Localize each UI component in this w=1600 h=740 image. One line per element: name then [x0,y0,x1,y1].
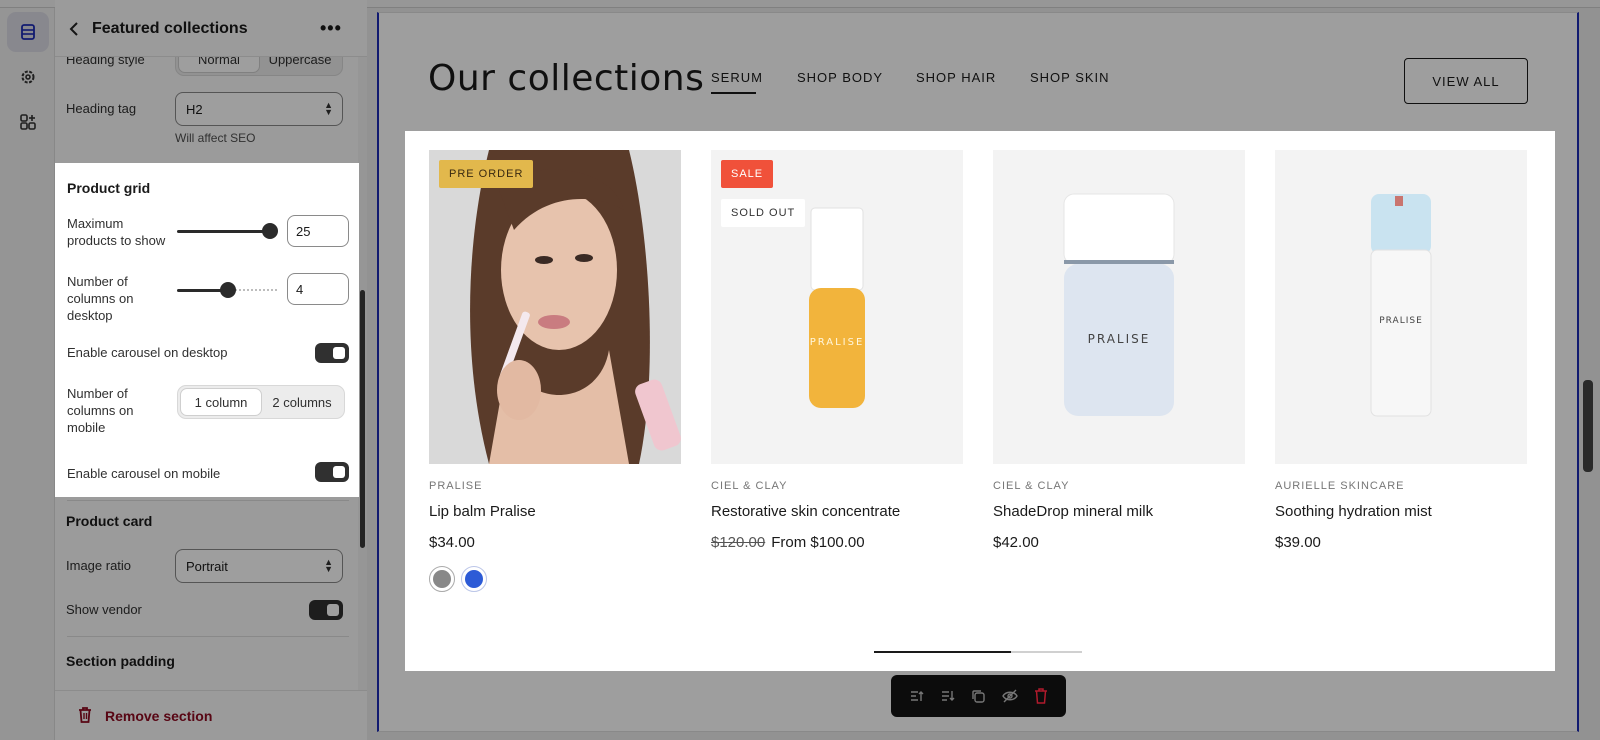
product-name[interactable]: Lip balm Pralise [429,503,536,520]
section-padding-title: Section padding [66,653,175,669]
sections-icon[interactable] [7,12,49,52]
columns-desktop-slider-rest [235,289,277,291]
columns-desktop-slider-handle[interactable] [220,282,236,298]
carousel-progress[interactable] [874,651,1082,653]
carousel-desktop-toggle[interactable] [315,343,349,363]
max-products-label: Maximum products to show [67,216,166,248]
divider [67,500,349,501]
sale-badge: SALE [721,160,774,188]
delete-icon[interactable] [1032,687,1050,705]
product-price: $39.00 [1275,534,1321,551]
columns-mobile-segmented: 1 column 2 columns [177,385,345,419]
heading-tag-label: Heading tag [66,101,137,116]
product-image-hydration-mist[interactable]: PRALISE [1275,150,1527,464]
bottle-label: PRALISE [1088,332,1151,346]
heading-tag-select[interactable]: H2 ▲ ▼ [175,92,343,126]
bottle-label: PRALISE [810,337,865,348]
move-up-icon[interactable] [908,687,926,705]
product-vendor: PRALISE [429,480,483,492]
product-card-title: Product card [66,513,153,529]
move-down-icon[interactable] [939,687,957,705]
swatch-blue[interactable] [461,566,487,592]
sale-price: From $100.00 [771,534,865,551]
panel-title: Featured collections [92,20,248,37]
image-ratio-label: Image ratio [66,558,132,573]
hydration-mist-image: PRALISE [1275,150,1527,464]
select-chevron-icon: ▲ ▼ [324,100,333,117]
product-image-shadedrop[interactable]: PRALISE [993,150,1245,464]
image-ratio-value: Portrait [186,558,228,574]
columns-desktop-label: Number of columns on desktop [67,274,134,323]
model-photo [429,150,681,464]
product-price: $120.00 From $100.00 [711,534,865,551]
remove-section-button[interactable]: Remove section [55,690,367,740]
panel-scrollbar[interactable] [360,290,365,548]
mineral-milk-image: PRALISE [993,150,1245,464]
product-image-lip-balm[interactable]: PRE ORDER [429,150,681,464]
select-chevron-icon: ▲ ▼ [324,557,333,574]
product-price: $42.00 [993,534,1039,551]
tab-shop-skin[interactable]: SHOP SKIN [1030,70,1110,85]
trash-icon [79,707,91,723]
panel-header: Featured collections ••• [55,0,367,57]
more-options-icon[interactable]: ••• [320,18,342,39]
carousel-desktop-label: Enable carousel on desktop [67,345,228,360]
serum-bottle-image: PRALISE [711,150,963,464]
swatch-grey[interactable] [429,566,455,592]
product-name[interactable]: Soothing hydration mist [1275,503,1432,520]
columns-desktop-input[interactable]: 4 [287,273,349,305]
heading-tag-value: H2 [186,101,203,117]
carousel-progress-fill [874,651,1012,653]
product-name[interactable]: Restorative skin concentrate [711,503,900,520]
product-vendor: CIEL & CLAY [711,480,788,492]
remove-section-label: Remove section [105,708,213,724]
divider [67,636,349,637]
image-ratio-select[interactable]: Portrait ▲ ▼ [175,549,343,583]
columns-mobile-2[interactable]: 2 columns [262,388,342,416]
carousel-mobile-label: Enable carousel on mobile [67,466,221,481]
product-image-restorative[interactable]: PRALISE SALE SOLD OUT [711,150,963,464]
product-grid-title: Product grid [67,180,151,196]
compare-price: $120.00 [711,534,766,551]
product-name[interactable]: ShadeDrop mineral milk [993,503,1153,520]
columns-mobile-1[interactable]: 1 column [180,388,262,416]
max-products-input[interactable]: 25 [287,215,349,247]
product-grid-settings: Product grid Maximum products to show 25… [55,163,359,497]
tab-shop-body[interactable]: SHOP BODY [797,70,883,85]
carousel-mobile-toggle[interactable] [315,462,349,482]
max-products-slider-track [177,230,269,233]
pre-order-badge: PRE ORDER [439,160,534,188]
view-all-button[interactable]: VIEW ALL [1404,58,1528,104]
product-vendor: CIEL & CLAY [993,480,1070,492]
sold-out-badge: SOLD OUT [721,199,806,227]
heading-tag-hint: Will affect SEO [175,131,256,145]
left-rail [0,0,55,740]
section-toolbar [891,675,1066,717]
product-vendor: AURIELLE SKINCARE [1275,480,1405,492]
tab-serum[interactable]: SERUM [711,70,763,85]
columns-mobile-label: Number of columns on mobile [67,386,134,435]
duplicate-icon[interactable] [970,687,988,705]
collections-heading: Our collections [428,58,705,99]
preview-scrollbar[interactable] [1583,380,1593,472]
max-products-slider-handle[interactable] [262,223,278,239]
tab-shop-hair[interactable]: SHOP HAIR [916,70,996,85]
back-arrow-icon[interactable] [65,19,85,39]
product-grid: PRE ORDER PRALISE Lip balm Pralise $34.0… [405,131,1555,671]
active-tab-indicator [711,92,756,94]
hide-icon[interactable] [1001,687,1019,705]
settings-gear-icon[interactable] [7,57,49,97]
apps-icon[interactable] [7,102,49,142]
show-vendor-label: Show vendor [66,602,142,617]
show-vendor-toggle[interactable] [309,600,343,620]
bottle-label: PRALISE [1379,316,1423,326]
product-price: $34.00 [429,534,475,551]
